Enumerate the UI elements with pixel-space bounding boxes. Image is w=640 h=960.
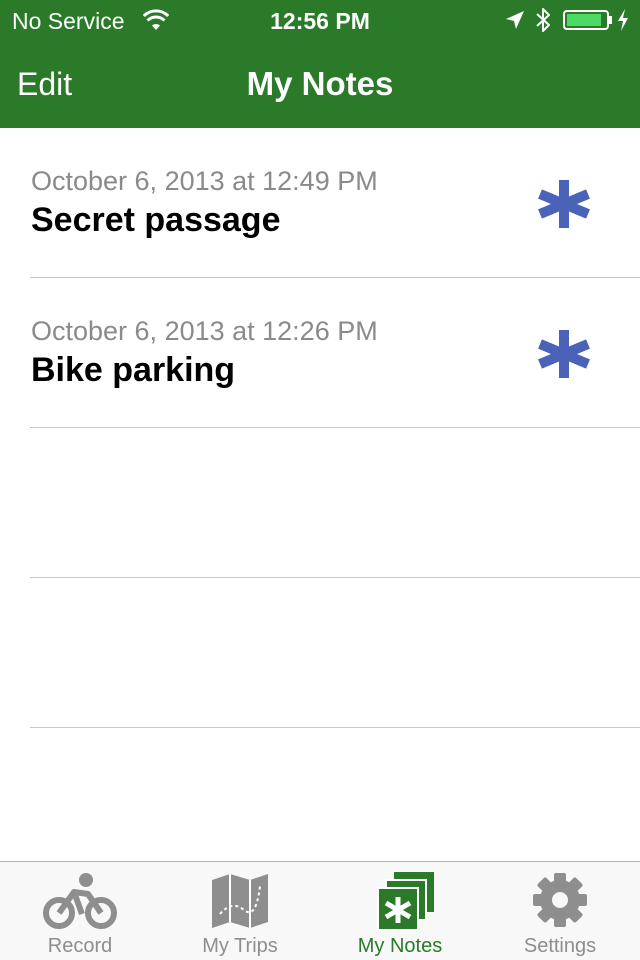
notes-icon [377,872,434,931]
empty-row [0,578,640,728]
page-title: My Notes [246,65,394,102]
tab-settings[interactable]: Settings [480,862,640,960]
charging-bolt-icon [618,9,628,31]
battery-icon [563,10,612,30]
bluetooth-icon [536,8,550,32]
asterisk-icon [538,180,590,228]
tab-label: My Trips [202,935,278,957]
navigation-bar: Edit My Notes [0,40,640,128]
empty-row [0,428,640,578]
tab-my-trips[interactable]: My Trips [160,862,320,960]
status-bar: No Service 12:56 PM [0,0,640,40]
asterisk-icon [538,330,590,378]
tab-label: Record [47,935,113,957]
note-date: October 6, 2013 at 12:26 PM [31,316,378,346]
tab-bar: Record My Trips My Notes Settings [0,861,640,960]
bicycle-icon [43,873,117,929]
header: No Service 12:56 PM Edit My Notes [0,0,640,128]
note-row[interactable]: October 6, 2013 at 12:26 PM Bike parking [0,278,640,428]
tab-label: My Notes [357,935,443,957]
note-title: Secret passage [31,201,281,239]
location-arrow-icon [506,11,524,29]
tab-label: Settings [523,935,597,957]
gear-icon [533,873,587,927]
note-row[interactable]: October 6, 2013 at 12:49 PM Secret passa… [0,128,640,278]
tab-record[interactable]: Record [0,862,160,960]
note-title: Bike parking [31,351,236,389]
map-icon [212,874,268,928]
tab-my-notes[interactable]: My Notes [320,862,480,960]
notes-list: October 6, 2013 at 12:49 PM Secret passa… [0,128,640,728]
note-date: October 6, 2013 at 12:49 PM [31,166,378,196]
battery-level [567,14,601,26]
